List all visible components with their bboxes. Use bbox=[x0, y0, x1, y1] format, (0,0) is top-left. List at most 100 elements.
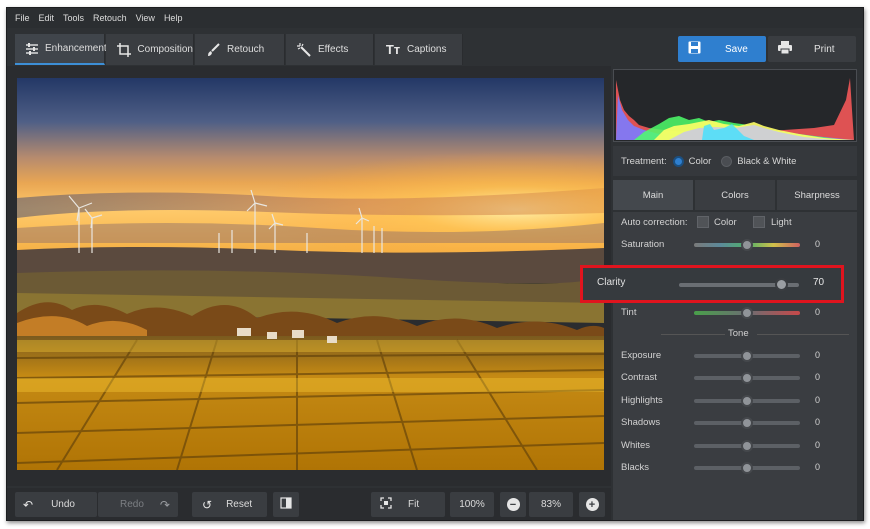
zoom-100-label: 100% bbox=[459, 499, 485, 510]
zoom-in-icon: + bbox=[585, 498, 599, 511]
crop-icon bbox=[116, 42, 131, 58]
whites-value: 0 bbox=[815, 440, 821, 450]
zoom-100-button[interactable]: 100% bbox=[450, 492, 494, 517]
saturation-label: Saturation bbox=[621, 239, 665, 250]
saturation-value: 0 bbox=[815, 239, 821, 249]
tab-label: Enhancement bbox=[45, 43, 107, 54]
clarity-slider[interactable] bbox=[679, 278, 799, 291]
divider bbox=[757, 334, 849, 335]
exposure-knob[interactable] bbox=[741, 350, 753, 362]
blacks-label: Blacks bbox=[621, 462, 649, 473]
tab-label: Effects bbox=[318, 44, 349, 55]
tint-knob[interactable] bbox=[741, 307, 753, 319]
menu-file[interactable]: File bbox=[15, 13, 30, 23]
tab-effects[interactable]: Effects bbox=[286, 34, 374, 65]
reset-button[interactable]: ↺ Reset bbox=[192, 492, 267, 517]
tab-enhancement[interactable]: Enhancement bbox=[15, 34, 107, 65]
fit-button[interactable]: Fit bbox=[371, 492, 445, 517]
shadows-knob[interactable] bbox=[741, 417, 753, 429]
bottom-toolbar: ↶ Undo Redo ↷ ↺ Reset Fit 100% − 83% + bbox=[7, 488, 611, 520]
whites-knob[interactable] bbox=[741, 440, 753, 452]
clarity-row-highlight: Clarity 70 bbox=[580, 265, 844, 303]
tab-main[interactable]: Main bbox=[613, 180, 693, 210]
tab-captions[interactable]: Tт Captions bbox=[375, 34, 463, 65]
adjustment-tabs: Main Colors Sharpness bbox=[613, 180, 857, 210]
bw-radio-label: Black & White bbox=[737, 155, 797, 167]
exposure-slider[interactable] bbox=[694, 350, 800, 362]
color-radio-label: Color bbox=[688, 155, 712, 167]
compare-icon bbox=[280, 497, 292, 512]
menu-view[interactable]: View bbox=[136, 13, 155, 23]
undo-label: Undo bbox=[51, 499, 75, 510]
menu-bar: File Edit Tools Retouch View Help bbox=[7, 8, 863, 28]
saturation-knob[interactable] bbox=[741, 239, 753, 251]
clarity-knob[interactable] bbox=[774, 278, 788, 291]
zoom-out-icon: − bbox=[506, 498, 520, 511]
menu-help[interactable]: Help bbox=[164, 13, 183, 23]
tab-colors[interactable]: Colors bbox=[695, 180, 775, 210]
zoom-level-value: 83% bbox=[540, 499, 561, 510]
auto-color-checkbox[interactable] bbox=[697, 216, 709, 228]
tab-label: Captions bbox=[407, 44, 447, 55]
app-window: File Edit Tools Retouch View Help Enhanc… bbox=[6, 7, 864, 521]
printer-icon bbox=[778, 41, 792, 57]
shadows-slider[interactable] bbox=[694, 417, 800, 429]
auto-correction-label: Auto correction: bbox=[621, 217, 688, 228]
tab-colors-label: Colors bbox=[721, 189, 749, 201]
save-button[interactable]: Save bbox=[678, 36, 766, 62]
tab-sharpness[interactable]: Sharpness bbox=[777, 180, 857, 210]
tone-heading: Tone bbox=[728, 328, 749, 339]
menu-retouch[interactable]: Retouch bbox=[93, 13, 127, 23]
auto-light-label: Light bbox=[771, 217, 792, 228]
main-adjustments: Auto correction: Color Light Saturation … bbox=[613, 212, 857, 520]
landscape-photo[interactable] bbox=[17, 78, 604, 470]
whites-slider[interactable] bbox=[694, 440, 800, 452]
tab-main-label: Main bbox=[642, 189, 664, 201]
brush-icon bbox=[205, 42, 221, 58]
contrast-knob[interactable] bbox=[741, 372, 753, 384]
auto-light-checkbox[interactable] bbox=[753, 216, 765, 228]
contrast-slider[interactable] bbox=[694, 372, 800, 384]
shadows-label: Shadows bbox=[621, 417, 661, 428]
zoom-in-button[interactable]: + bbox=[579, 492, 605, 517]
menu-edit[interactable]: Edit bbox=[39, 13, 55, 23]
redo-button[interactable]: Redo ↷ bbox=[98, 492, 178, 517]
blacks-value: 0 bbox=[815, 462, 821, 472]
highlights-slider[interactable] bbox=[694, 395, 800, 407]
exposure-value: 0 bbox=[815, 350, 821, 360]
tab-label: Retouch bbox=[227, 44, 265, 55]
reset-icon: ↺ bbox=[202, 497, 213, 512]
tab-sharpness-label: Sharpness bbox=[794, 189, 840, 201]
blacks-slider[interactable] bbox=[694, 462, 800, 474]
print-button[interactable]: Print bbox=[768, 36, 856, 62]
saturation-slider[interactable] bbox=[694, 239, 800, 251]
blacks-knob[interactable] bbox=[741, 462, 753, 474]
clarity-value: 70 bbox=[813, 277, 825, 288]
tint-value: 0 bbox=[815, 307, 821, 317]
tab-composition[interactable]: Composition bbox=[106, 34, 194, 65]
tab-label: Composition bbox=[137, 44, 193, 55]
zoom-out-button[interactable]: − bbox=[500, 492, 526, 517]
tab-retouch[interactable]: Retouch bbox=[195, 34, 285, 65]
undo-button[interactable]: ↶ Undo bbox=[15, 492, 97, 517]
reset-label: Reset bbox=[226, 499, 253, 510]
highlights-knob[interactable] bbox=[741, 395, 753, 407]
highlights-value: 0 bbox=[815, 395, 821, 405]
treatment-row: Treatment: Color Black & White bbox=[613, 146, 857, 176]
magic-wand-icon bbox=[296, 42, 312, 58]
photo-canvas bbox=[7, 66, 611, 486]
color-radio[interactable] bbox=[672, 155, 684, 167]
histogram bbox=[613, 69, 857, 142]
compare-button[interactable] bbox=[273, 492, 299, 517]
text-icon: Tт bbox=[385, 42, 401, 57]
menu-tools[interactable]: Tools bbox=[63, 13, 84, 23]
tint-label: Tint bbox=[621, 307, 637, 318]
bw-radio[interactable] bbox=[721, 155, 733, 167]
save-label: Save bbox=[725, 43, 748, 55]
tint-slider[interactable] bbox=[694, 307, 800, 319]
whites-label: Whites bbox=[621, 440, 651, 451]
treatment-label: Treatment: bbox=[621, 155, 667, 167]
redo-icon: ↷ bbox=[159, 497, 170, 512]
contrast-label: Contrast bbox=[621, 372, 657, 383]
divider bbox=[661, 334, 725, 335]
